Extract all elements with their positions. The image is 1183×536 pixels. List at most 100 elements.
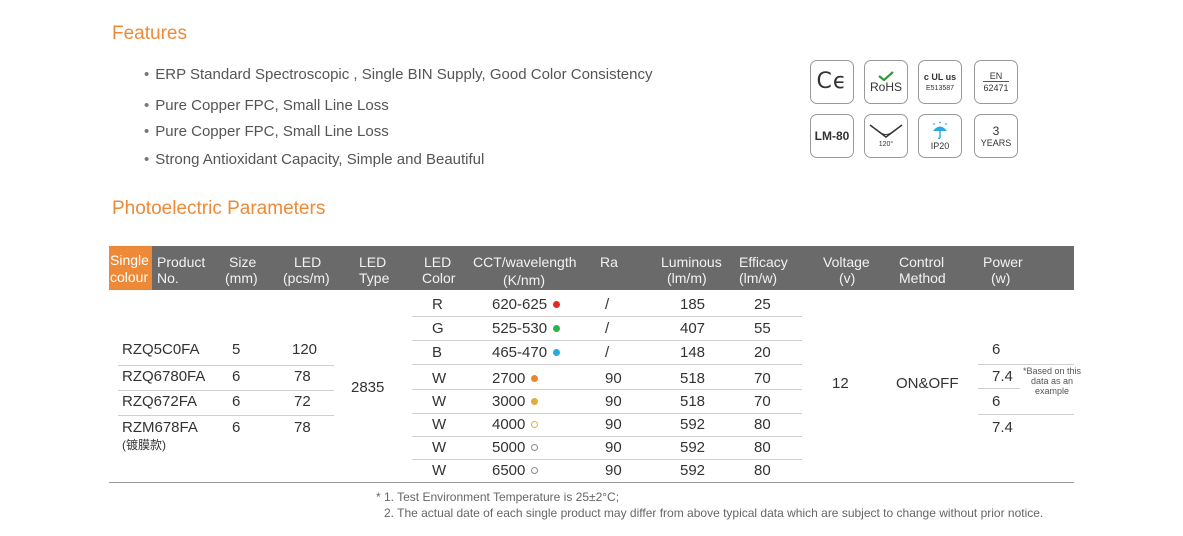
header-led-unit: (pcs/m) xyxy=(283,270,330,286)
cct-value-text: 6500 xyxy=(492,462,526,479)
ip-label: IP20 xyxy=(930,141,950,151)
header-led-color: LED xyxy=(424,254,452,270)
led-color-text: R xyxy=(432,296,443,313)
photoelectric-title: Photoelectric Parameters xyxy=(112,198,326,219)
color-dot-icon xyxy=(553,348,561,356)
ra-value-text: / xyxy=(605,344,610,361)
umbrella-rain-icon xyxy=(933,121,947,140)
luminous-value: 592 xyxy=(680,416,705,434)
ul-badge: c UL us E513587 xyxy=(918,60,962,104)
luminous-value-text: 407 xyxy=(680,320,706,337)
ra-value-text: 90 xyxy=(605,393,622,410)
cct-value-text: 2700 xyxy=(492,370,526,387)
ce-mark-icon: Cϵ xyxy=(816,69,848,94)
color-dot-icon xyxy=(531,466,539,474)
cct-value: 5000 xyxy=(492,439,539,457)
test-note: * 1. Test Environment Temperature is 25±… xyxy=(376,490,620,504)
luminous-value-text: 148 xyxy=(680,344,706,361)
feature-item: • ERP Standard Spectroscopic , Single BIN… xyxy=(144,66,652,83)
efficacy-value: 80 xyxy=(754,462,771,480)
warranty-unit: YEARS xyxy=(980,137,1012,148)
feature-text: ERP Standard Spectroscopic , Single BIN … xyxy=(155,66,653,83)
efficacy-value-text: 80 xyxy=(754,416,771,433)
header-luminous: Luminous xyxy=(661,254,722,270)
row-divider xyxy=(412,459,802,460)
efficacy-value-text: 70 xyxy=(754,370,771,387)
ra-value-text: / xyxy=(605,296,610,313)
header-single: Single xyxy=(110,252,149,268)
ra-value: 90 xyxy=(605,439,622,457)
cct-value: 3000 xyxy=(492,393,539,411)
led-color-text: W xyxy=(432,416,447,433)
led-color: W xyxy=(432,370,446,388)
product-size: 5 xyxy=(232,341,241,358)
led-color: W xyxy=(432,416,446,434)
row-divider xyxy=(118,415,334,416)
warranty-badge: 3 YEARS xyxy=(974,114,1018,158)
ra-value-text: / xyxy=(605,320,610,337)
product-sub: (镀膜款) xyxy=(122,438,166,452)
warranty-number: 3 xyxy=(992,123,1000,138)
cct-value: 6500 xyxy=(492,462,539,480)
ul-mark-icon: c UL us xyxy=(923,71,957,82)
header-colour: colour xyxy=(110,269,149,285)
product-led: 72 xyxy=(294,393,311,410)
row-divider xyxy=(412,436,802,437)
product-no: RZQ672FA xyxy=(122,393,198,410)
product-led: 78 xyxy=(294,368,311,385)
feature-item: • Pure Copper FPC, Small Line Loss xyxy=(144,97,389,114)
header-led-type-2: Type xyxy=(359,270,390,286)
row-divider xyxy=(412,413,802,414)
efficacy-value-text: 80 xyxy=(754,462,771,479)
row-divider xyxy=(412,389,802,390)
luminous-value-text: 592 xyxy=(680,416,706,433)
led-color: W xyxy=(432,393,446,411)
ra-value: / xyxy=(605,344,609,362)
efficacy-value-text: 70 xyxy=(754,393,771,410)
efficacy-value: 70 xyxy=(754,370,771,388)
product-no: RZM678FA xyxy=(122,419,198,436)
product-no: RZQ5C0FA xyxy=(122,341,200,358)
header-efficacy: Efficacy xyxy=(739,254,788,270)
color-dot-icon xyxy=(531,420,539,428)
header-control-2: Method xyxy=(899,270,946,286)
header-product-no: No. xyxy=(157,270,179,286)
header-ra: Ra xyxy=(600,254,618,270)
feature-item: • Pure Copper FPC, Small Line Loss xyxy=(144,123,389,140)
color-dot-icon xyxy=(553,300,561,308)
ra-value-text: 90 xyxy=(605,439,622,456)
ra-value-text: 90 xyxy=(605,416,622,433)
luminous-value: 592 xyxy=(680,439,705,457)
led-color: B xyxy=(432,344,442,362)
header-power-unit: (w) xyxy=(991,270,1011,286)
ul-code: E513587 xyxy=(925,84,955,92)
ra-value: 90 xyxy=(605,416,622,434)
power-value: 6 xyxy=(992,393,1001,410)
cct-value-text: 3000 xyxy=(492,393,526,410)
bullet-icon: • xyxy=(144,123,150,140)
header-voltage: Voltage xyxy=(823,254,870,270)
header-size-unit: (mm) xyxy=(225,270,258,286)
cct-value-text: 4000 xyxy=(492,416,526,433)
header-led-color-2: Color xyxy=(422,270,456,286)
header-power: Power xyxy=(983,254,1023,270)
row-divider xyxy=(412,364,802,365)
color-dot-icon xyxy=(531,374,539,382)
ra-value: / xyxy=(605,320,609,338)
en-badge: EN 62471 xyxy=(974,60,1018,104)
led-color-text: B xyxy=(432,344,443,361)
header-size: Size xyxy=(229,254,257,270)
table-bottom-rule xyxy=(109,482,1074,483)
cct-value-text: 525-530 xyxy=(492,320,548,337)
efficacy-value: 70 xyxy=(754,393,771,411)
efficacy-value: 25 xyxy=(754,296,771,314)
cct-value: 465-470 xyxy=(492,344,561,362)
led-color-text: W xyxy=(432,439,447,456)
rohs-badge: RoHS xyxy=(864,60,908,104)
features-title: Features xyxy=(112,23,187,44)
cct-value-text: 620-625 xyxy=(492,296,548,313)
color-dot-icon xyxy=(553,324,561,332)
row-divider xyxy=(978,414,1074,415)
luminous-value: 592 xyxy=(680,462,705,480)
efficacy-value: 20 xyxy=(754,344,771,362)
